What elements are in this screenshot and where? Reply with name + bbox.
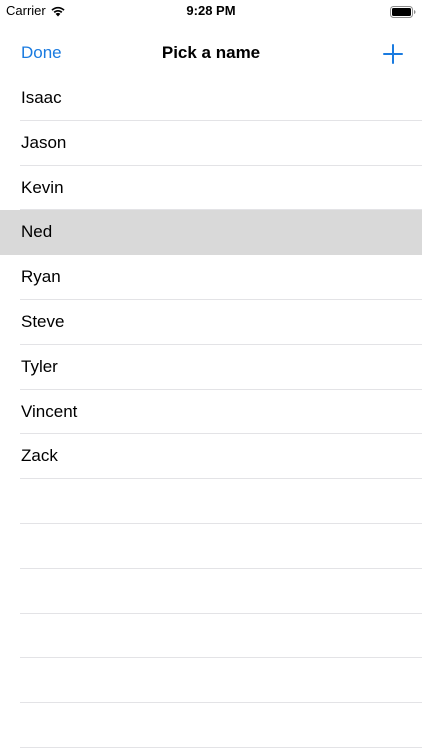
add-button[interactable] bbox=[380, 41, 406, 67]
status-bar: Carrier 9:28 PM bbox=[0, 0, 422, 22]
done-button[interactable]: Done bbox=[21, 42, 62, 64]
battery-icon bbox=[390, 5, 416, 18]
list-item-label: Vincent bbox=[21, 401, 78, 421]
empty-row bbox=[0, 479, 422, 524]
list-item-label: Isaac bbox=[21, 88, 62, 107]
list-item-label: Ned bbox=[21, 222, 53, 242]
list-item[interactable]: Ryan bbox=[0, 255, 422, 300]
empty-row bbox=[0, 703, 422, 748]
empty-row bbox=[0, 614, 422, 659]
list-item-label: Kevin bbox=[21, 177, 64, 197]
empty-row bbox=[0, 569, 422, 614]
navigation-bar: Done Pick a name bbox=[0, 22, 422, 76]
list-item[interactable]: Steve bbox=[0, 300, 422, 345]
list-item-label: Jason bbox=[21, 132, 67, 152]
empty-row bbox=[0, 524, 422, 569]
list-item[interactable]: Ned bbox=[0, 210, 422, 256]
list-item-label: Ryan bbox=[21, 267, 61, 287]
name-list: Isaac Jason Kevin Ned Ryan Steve Tyler Vincent Z… bbox=[0, 76, 422, 748]
list-item-label: Steve bbox=[21, 311, 65, 331]
clock: 9:28 PM bbox=[186, 3, 236, 18]
list-item[interactable]: Kevin bbox=[0, 166, 422, 211]
page-title: Pick a name bbox=[161, 43, 261, 62]
plus-icon bbox=[383, 44, 403, 64]
list-item-label: Zack bbox=[21, 446, 58, 466]
list-item-label: Tyler bbox=[21, 356, 58, 376]
list-item[interactable]: Zack bbox=[0, 434, 422, 479]
empty-row bbox=[0, 658, 422, 703]
list-item[interactable]: Jason bbox=[0, 121, 422, 166]
list-item[interactable]: Tyler bbox=[0, 345, 422, 390]
list-item[interactable]: Vincent bbox=[0, 390, 422, 435]
list-item[interactable]: Isaac bbox=[0, 76, 422, 121]
